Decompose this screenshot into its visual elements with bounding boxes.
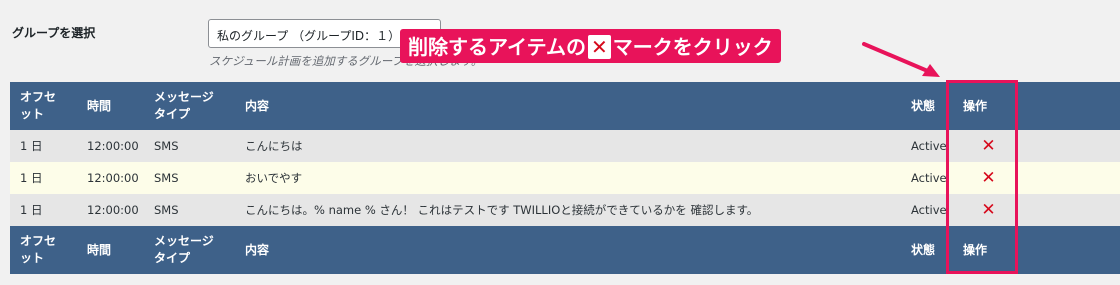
table-row: 1 日 12:00:00 SMS こんにちは。% name % さん！ これはテ… <box>10 194 1120 226</box>
footer-offset: オフセット <box>10 226 77 274</box>
cell-type: SMS <box>144 130 235 162</box>
header-offset: オフセット <box>10 82 77 130</box>
footer-filler <box>1024 226 1120 274</box>
footer-status: 状態 <box>901 226 953 274</box>
cell-type: SMS <box>144 194 235 226</box>
cell-offset: 1 日 <box>10 162 77 194</box>
cell-type: SMS <box>144 162 235 194</box>
cell-offset: 1 日 <box>10 194 77 226</box>
cell-content: こんにちは <box>235 130 901 162</box>
footer-type: メッセージタイプ <box>144 226 235 274</box>
footer-content: 内容 <box>235 226 901 274</box>
cell-filler <box>1024 162 1120 194</box>
delete-icon[interactable]: ✕ <box>981 169 995 187</box>
cell-content: おいでやす <box>235 162 901 194</box>
cell-action: ✕ <box>953 194 1024 226</box>
cell-time: 12:00:00 <box>77 194 144 226</box>
annotation-arrow <box>862 42 940 77</box>
cell-status: Active <box>901 194 953 226</box>
cell-status: Active <box>901 130 953 162</box>
table-header-row: オフセット 時間 メッセージタイプ 内容 状態 操作 <box>10 82 1120 130</box>
cell-status: Active <box>901 162 953 194</box>
table-row: 1 日 12:00:00 SMS こんにちは Active ✕ <box>10 130 1120 162</box>
table-row: 1 日 12:00:00 SMS おいでやす Active ✕ <box>10 162 1120 194</box>
footer-action: 操作 <box>953 226 1024 274</box>
group-label: グループを選択 <box>12 26 96 40</box>
annotation-x-mark: ✕ <box>588 35 611 59</box>
header-filler <box>1024 82 1120 130</box>
schedule-table: オフセット 時間 メッセージタイプ 内容 状態 操作 1 日 12:00:00 … <box>10 82 1120 274</box>
header-action: 操作 <box>953 82 1024 130</box>
cell-action: ✕ <box>953 162 1024 194</box>
cell-filler <box>1024 194 1120 226</box>
cell-offset: 1 日 <box>10 130 77 162</box>
cell-filler <box>1024 130 1120 162</box>
header-time: 時間 <box>77 82 144 130</box>
header-content: 内容 <box>235 82 901 130</box>
delete-icon[interactable]: ✕ <box>981 201 995 219</box>
header-type: メッセージタイプ <box>144 82 235 130</box>
cell-time: 12:00:00 <box>77 162 144 194</box>
footer-time: 時間 <box>77 226 144 274</box>
annotation-text-before: 削除するアイテムの <box>408 35 586 59</box>
header-status: 状態 <box>901 82 953 130</box>
delete-icon[interactable]: ✕ <box>981 137 995 155</box>
annotation-callout: 削除するアイテムの ✕ マークをクリック <box>400 29 781 63</box>
annotation-text-after: マークをクリック <box>612 35 773 59</box>
cell-time: 12:00:00 <box>77 130 144 162</box>
cell-action: ✕ <box>953 130 1024 162</box>
table-footer-row: オフセット 時間 メッセージタイプ 内容 状態 操作 <box>10 226 1120 274</box>
cell-content: こんにちは。% name % さん！ これはテストです TWILLIOと接続がで… <box>235 194 901 226</box>
